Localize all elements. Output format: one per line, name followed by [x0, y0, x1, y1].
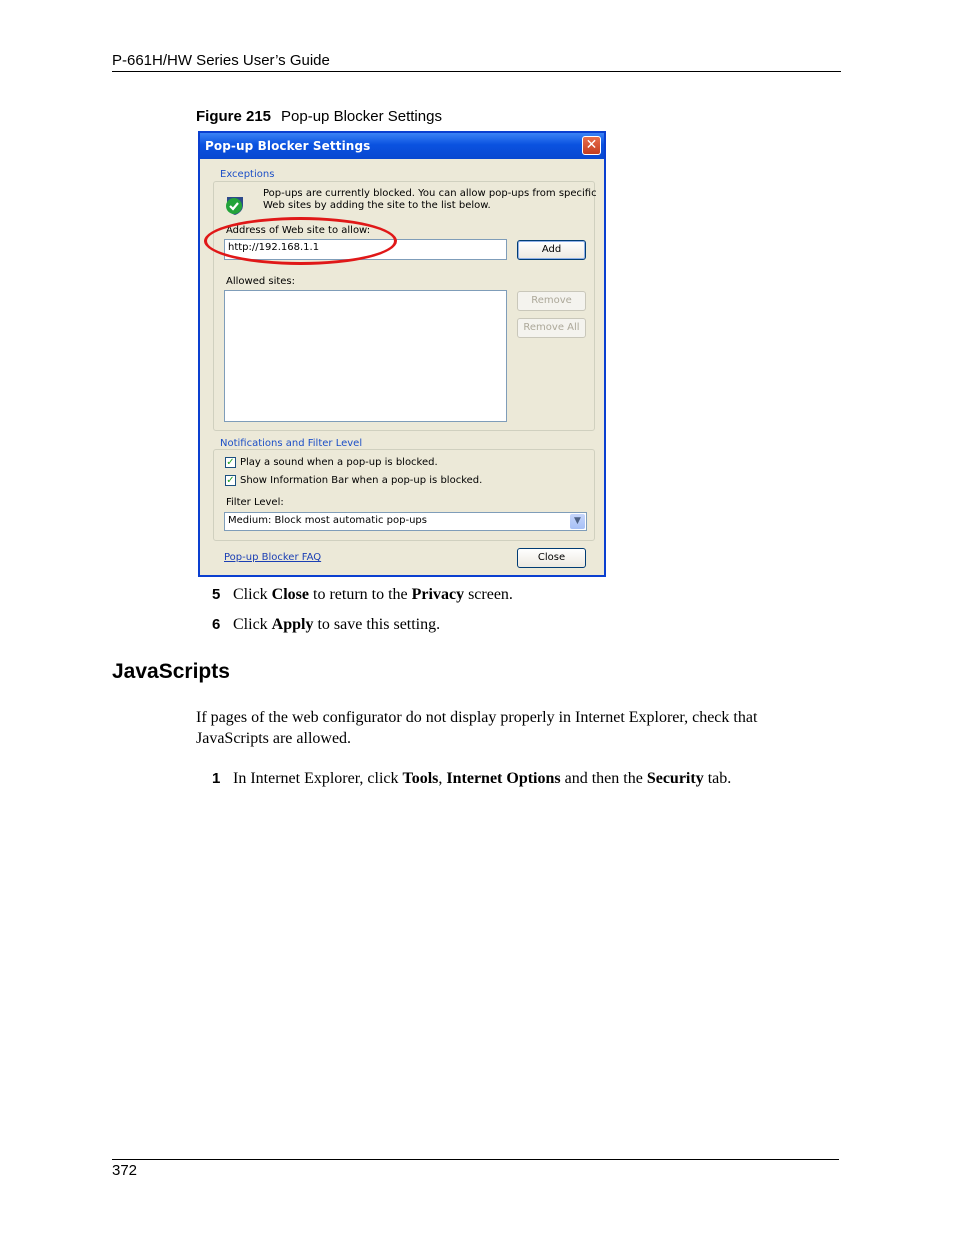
filter-level-select[interactable]: Medium: Block most automatic pop-ups ▼: [224, 512, 587, 531]
step-text: and then the: [560, 770, 647, 787]
step-text: Click: [233, 586, 272, 603]
step-text: In Internet Explorer, click: [233, 770, 403, 787]
popup-blocker-dialog: Pop-up Blocker Settings ✕ Exceptions Pop…: [198, 131, 606, 577]
step-6: 6 Click Apply to save this setting.: [212, 616, 440, 634]
step-1: 1 In Internet Explorer, click Tools, Int…: [212, 770, 731, 788]
step-bold-apply: Apply: [271, 616, 314, 633]
figure-label: Figure 215: [196, 108, 272, 125]
exceptions-info-line2: Web sites by adding the site to the list…: [263, 200, 491, 211]
step-bold-privacy: Privacy: [411, 586, 465, 603]
allowed-sites-list[interactable]: [224, 290, 507, 422]
show-info-bar-label: Show Information Bar when a pop-up is bl…: [240, 475, 483, 486]
step-text: screen.: [464, 586, 513, 603]
filter-level-label: Filter Level:: [226, 497, 284, 508]
play-sound-checkbox[interactable]: ✓: [225, 457, 236, 468]
add-button[interactable]: Add: [517, 240, 586, 260]
step-number: 6: [212, 616, 221, 633]
footer-rule: [112, 1159, 839, 1160]
dialog-titlebar: Pop-up Blocker Settings ✕: [200, 133, 604, 159]
figure-title: Pop-up Blocker Settings: [281, 108, 442, 125]
page-number: 372: [112, 1162, 138, 1179]
step-text: tab.: [703, 770, 732, 787]
popup-blocker-faq-link[interactable]: Pop-up Blocker FAQ: [224, 552, 321, 563]
section-paragraph: If pages of the web configurator do not …: [196, 709, 758, 747]
show-info-bar-checkbox[interactable]: ✓: [225, 475, 236, 486]
running-header: P-661H/HW Series User’s Guide: [112, 52, 330, 69]
notifications-legend: Notifications and Filter Level: [218, 438, 365, 449]
figure-caption: Figure 215 Pop-up Blocker Settings: [196, 108, 442, 125]
step-bold-security: Security: [646, 770, 704, 787]
remove-button[interactable]: Remove: [517, 291, 586, 311]
step-bold-internet-options: Internet Options: [446, 770, 561, 787]
highlight-oval: [204, 217, 397, 265]
shield-check-icon: [226, 197, 243, 215]
step-bold-close: Close: [271, 586, 309, 603]
header-rule: [112, 71, 841, 72]
exceptions-info-line1: Pop-ups are currently blocked. You can a…: [263, 188, 597, 199]
play-sound-label: Play a sound when a pop-up is blocked.: [240, 457, 438, 468]
step-text: to save this setting.: [313, 616, 441, 633]
remove-all-button[interactable]: Remove All: [517, 318, 586, 338]
section-heading: JavaScripts: [112, 660, 230, 683]
step-number: 5: [212, 586, 221, 603]
chevron-down-icon[interactable]: ▼: [570, 514, 585, 529]
exceptions-legend: Exceptions: [218, 169, 277, 180]
step-text: Click: [233, 616, 272, 633]
filter-level-value: Medium: Block most automatic pop-ups: [228, 515, 427, 526]
dialog-title: Pop-up Blocker Settings: [205, 139, 371, 153]
close-icon[interactable]: ✕: [582, 136, 601, 155]
step-bold-tools: Tools: [402, 770, 439, 787]
close-button[interactable]: Close: [517, 548, 586, 568]
step-number: 1: [212, 770, 221, 787]
step-5: 5 Click Close to return to the Privacy s…: [212, 586, 513, 604]
allowed-sites-label: Allowed sites:: [226, 276, 296, 287]
step-text: to return to the: [309, 586, 412, 603]
